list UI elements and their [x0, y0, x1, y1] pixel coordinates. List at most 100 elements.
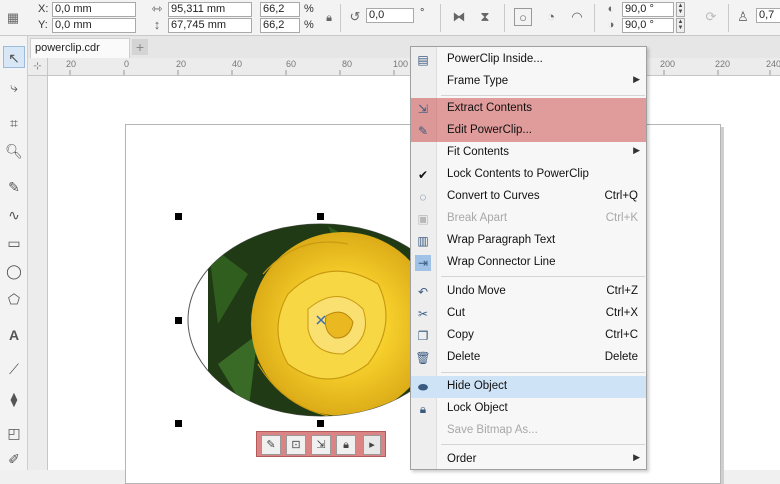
menu-item-order[interactable]: Order ▶ [411, 449, 646, 471]
menu-item-shortcut: Ctrl+Z [606, 285, 638, 297]
selection-handle[interactable] [317, 420, 324, 427]
powerclip-object[interactable] [178, 214, 428, 430]
percent-x-label: % [304, 3, 314, 15]
menu-item-frame-type[interactable]: Frame Type ▶ [411, 71, 646, 93]
selection-handle[interactable] [175, 213, 182, 220]
y-position-field[interactable]: 0,0 mm [52, 18, 136, 33]
separator [340, 4, 341, 32]
outline-pen-icon[interactable]: ♙ [734, 8, 752, 26]
menu-item-label: Fit Contents [447, 146, 509, 158]
width-field[interactable]: 95,311 mm [168, 2, 252, 17]
select-contents-icon[interactable]: ⊡ [286, 435, 306, 455]
menu-item-copy[interactable]: ❐ Copy Ctrl+C [411, 325, 646, 347]
wrap-text-icon: ▥ [417, 234, 429, 248]
vertical-ruler [28, 76, 48, 470]
toolbox: ↖ ⤷ ⌗ 🔍︎ ✎ ∿ ▭ ◯ ⬠ A ⟋ ⧫ ◰ ✐ [0, 36, 28, 470]
menu-item-wrap-paragraph-text[interactable]: ▥ Wrap Paragraph Text [411, 230, 646, 252]
pie-icon[interactable]: ◔ [542, 8, 560, 26]
interactive-fill-icon[interactable]: ⧫ [3, 388, 25, 410]
menu-item-label: Wrap Paragraph Text [447, 234, 556, 246]
extract-contents-icon[interactable]: ⇲ [311, 435, 331, 455]
height-icon: ↕ [153, 17, 161, 32]
start-angle-field[interactable]: 90,0 ° [622, 2, 674, 17]
menu-item-shortcut: Ctrl+C [605, 329, 638, 341]
percent-y-label: % [304, 19, 314, 31]
context-menu: ▤ PowerClip Inside... Frame Type ▶ ⇲ Ext… [410, 46, 647, 470]
shadow-tool-icon[interactable]: ◰ [3, 422, 25, 444]
edit-powerclip-icon: ✎ [417, 124, 429, 138]
scale-x-field[interactable]: 66,2 [260, 2, 300, 17]
copy-icon: ❐ [417, 329, 429, 343]
document-tab-bar: powerclip.cdr + [28, 36, 780, 58]
undo-icon: ↶ [417, 285, 429, 299]
start-angle-stepper[interactable]: ▲ ▼ [676, 2, 685, 17]
menu-item-fit-contents[interactable]: Fit Contents ▶ [411, 142, 646, 164]
menu-separator [441, 95, 645, 96]
crop-tool-icon[interactable]: ⌗ [3, 112, 25, 134]
edit-powerclip-icon[interactable]: ✎ [261, 435, 281, 455]
menu-item-label: Frame Type [447, 75, 509, 87]
pick-tool-icon[interactable]: ↖ [3, 46, 25, 68]
rotate-icon: ↺ [349, 9, 361, 24]
x-position-field[interactable]: 0,0 mm [52, 2, 136, 17]
lock-ratio-icon[interactable]: 🔒︎ [320, 9, 338, 27]
convert-curves-icon: ◌ [419, 190, 427, 204]
property-bar: ▦ X: 0,0 mm Y: 0,0 mm ⇿ 95,311 mm ↕ 67,7… [0, 0, 780, 36]
rotation-field[interactable]: 0,0 [366, 8, 414, 23]
ellipse-tool-icon[interactable]: ◯ [3, 260, 25, 282]
menu-item-undo-move[interactable]: ↶ Undo Move Ctrl+Z [411, 281, 646, 303]
document-tab[interactable]: powerclip.cdr [30, 38, 130, 58]
scissors-icon: ✂ [417, 307, 429, 321]
selection-handle[interactable] [317, 213, 324, 220]
outline-width-field[interactable]: 0,7 [756, 8, 780, 23]
connector-tool-icon[interactable]: ⟋ [3, 358, 25, 380]
menu-item-break-apart[interactable]: ▣ Break Apart Ctrl+K [411, 208, 646, 230]
polygon-tool-icon[interactable]: ⬠ [3, 288, 25, 310]
object-origin-icon[interactable]: ▦ [4, 9, 22, 27]
menu-item-shortcut: Delete [604, 351, 638, 363]
menu-item-save-bitmap[interactable]: Save Bitmap As... [411, 420, 646, 442]
menu-item-extract-contents[interactable]: ⇲ Extract Contents [411, 98, 646, 120]
freehand-tool-icon[interactable]: ✎ [3, 176, 25, 198]
menu-item-convert-to-curves[interactable]: ◌ Convert to Curves Ctrl+Q [411, 186, 646, 208]
wrap-connector-icon: ⇥ [415, 255, 431, 271]
submenu-arrow-icon: ▶ [633, 74, 640, 84]
more-arrow-icon[interactable]: ▸ [363, 435, 381, 455]
menu-item-label: Copy [447, 329, 474, 341]
end-angle-stepper[interactable]: ▲ ▼ [676, 18, 685, 33]
mirror-vertical-icon[interactable]: ⧗ [476, 8, 494, 26]
selection-handle[interactable] [175, 317, 182, 324]
menu-item-cut[interactable]: ✂ Cut Ctrl+X [411, 303, 646, 325]
plus-icon[interactable]: + [132, 39, 148, 55]
menu-item-powerclip-inside[interactable]: ▤ PowerClip Inside... [411, 49, 646, 71]
extract-contents-icon: ⇲ [417, 102, 429, 116]
ruler-origin-icon[interactable]: ⊹ [28, 58, 48, 76]
menu-item-wrap-connector-line[interactable]: ⇥ Wrap Connector Line [411, 252, 646, 274]
hide-object-icon: ⬬ [417, 380, 429, 394]
powerclip-toolbar: ✎ ⊡ ⇲ 🔒︎ ▸ [256, 431, 386, 457]
zoom-tool-icon[interactable]: 🔍︎ [3, 140, 25, 162]
artistic-media-icon[interactable]: ∿ [3, 204, 25, 226]
ellipse-icon[interactable]: ○ [514, 8, 532, 26]
text-tool-icon[interactable]: A [3, 324, 25, 346]
selection-handle[interactable] [175, 420, 182, 427]
menu-item-delete[interactable]: 🗑︎ Delete Delete [411, 347, 646, 369]
menu-item-lock-object[interactable]: 🔒︎ Lock Object [411, 398, 646, 420]
height-field[interactable]: 67,745 mm [168, 18, 252, 33]
menu-item-lock-contents[interactable]: ✔ Lock Contents to PowerClip [411, 164, 646, 186]
eyedropper-tool-icon[interactable]: ✐ [3, 448, 25, 470]
shape-tool-icon[interactable]: ⤷ [3, 76, 25, 98]
menu-item-label: Hide Object [447, 380, 508, 392]
mirror-horizontal-icon[interactable]: ⧓ [450, 8, 468, 26]
arc-icon[interactable]: ◠ [568, 8, 586, 26]
end-angle-field[interactable]: 90,0 ° [622, 18, 674, 33]
rectangle-tool-icon[interactable]: ▭ [3, 232, 25, 254]
menu-item-hide-object[interactable]: ⬬ Hide Object [411, 376, 646, 398]
lock-contents-icon[interactable]: 🔒︎ [336, 435, 356, 455]
separator [728, 4, 729, 32]
separator [504, 4, 505, 32]
direction-icon[interactable]: ⟳ [702, 8, 720, 26]
menu-item-edit-powerclip[interactable]: ✎ Edit PowerClip... [411, 120, 646, 142]
scale-y-field[interactable]: 66,2 [260, 18, 300, 33]
menu-item-label: Lock Object [447, 402, 508, 414]
